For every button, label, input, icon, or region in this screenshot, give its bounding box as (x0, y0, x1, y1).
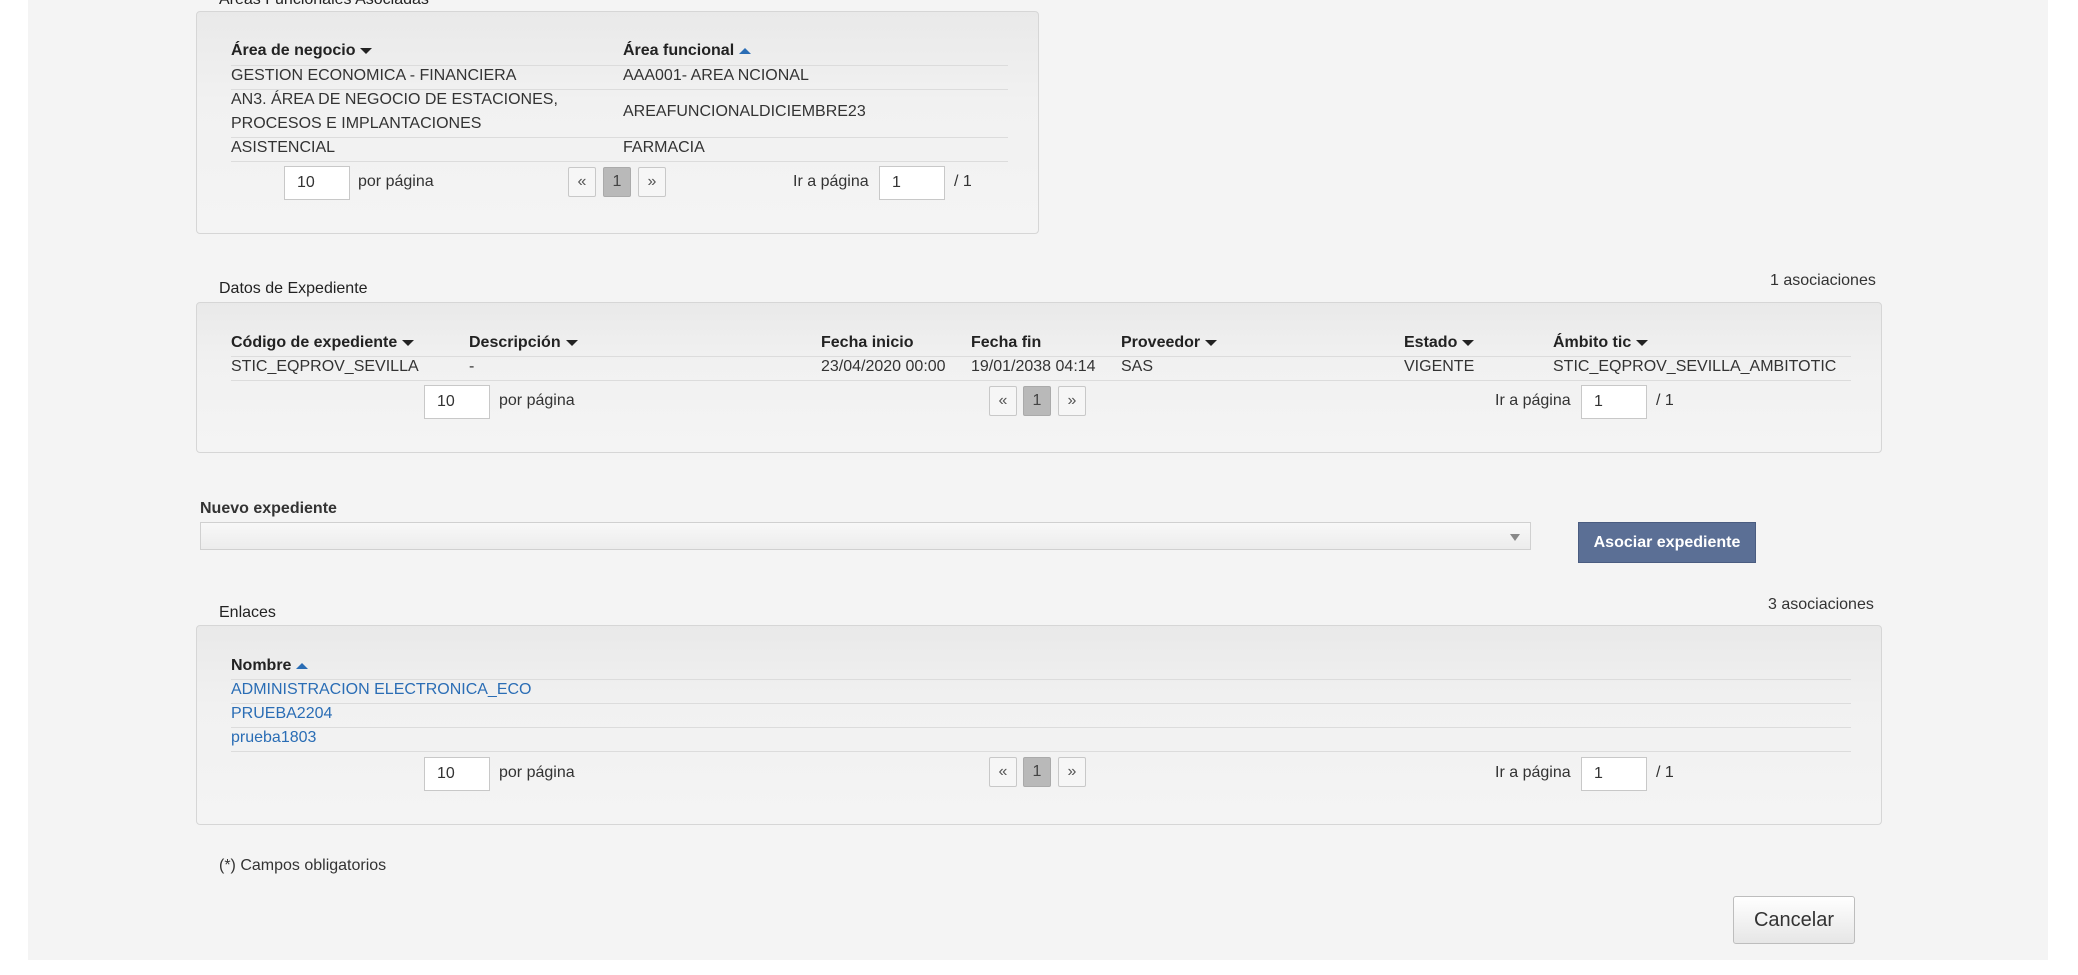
required-fields-note: (*) Campos obligatorios (219, 857, 387, 874)
enlaces-section-title: Enlaces (219, 604, 276, 621)
expedientes-count: 1 asociaciones (1770, 272, 1876, 289)
header-descripcion-label: Descripción (469, 334, 561, 351)
per-page-input[interactable]: 10 (424, 385, 490, 419)
header-estado[interactable]: Estado (1404, 334, 1475, 352)
table-cell: FARMACIA (623, 139, 705, 156)
header-nombre[interactable]: Nombre (231, 657, 309, 675)
header-ambito-label: Ámbito tic (1553, 334, 1632, 351)
page-1-button[interactable]: 1 (603, 167, 631, 197)
sort-desc-icon (1636, 339, 1649, 346)
header-area-negocio[interactable]: Área de negocio (231, 42, 373, 60)
table-cell: VIGENTE (1404, 358, 1475, 375)
sort-desc-icon (1205, 339, 1218, 346)
header-proveedor-label: Proveedor (1121, 334, 1201, 351)
table-cell: AN3. ÁREA DE NEGOCIO DE ESTACIONES, PROC… (231, 91, 558, 132)
header-area-negocio-label: Área de negocio (231, 42, 356, 59)
goto-page-input[interactable]: 1 (879, 166, 945, 200)
sort-desc-icon (565, 339, 578, 346)
areas-section-title: Áreas Funcionales Asociadas (219, 0, 429, 9)
enlaces-panel (196, 625, 1882, 825)
next-page-button[interactable]: » (1058, 757, 1086, 787)
per-page-input[interactable]: 10 (284, 166, 350, 200)
row-divider (231, 703, 1851, 704)
header-ambito[interactable]: Ámbito tic (1553, 334, 1649, 352)
per-page-label: por página (499, 764, 575, 781)
goto-page-input[interactable]: 1 (1581, 385, 1647, 419)
asociar-expediente-button[interactable]: Asociar expediente (1578, 522, 1756, 563)
table-cell: GESTION ECONOMICA - FINANCIERA (231, 67, 517, 84)
table-cell: SAS (1121, 358, 1154, 375)
nuevo-expediente-select[interactable] (200, 522, 1531, 550)
row-divider (231, 137, 1008, 138)
enlace-link[interactable]: PRUEBA2204 (231, 702, 332, 726)
header-codigo[interactable]: Código de expediente (231, 334, 415, 352)
goto-page-label: Ir a página (1495, 392, 1571, 409)
next-page-button[interactable]: » (638, 167, 666, 197)
prev-page-button[interactable]: « (989, 386, 1017, 416)
row-divider (231, 161, 1008, 162)
sort-asc-icon (739, 47, 752, 54)
table-cell: STIC_EQPROV_SEVILLA (231, 358, 419, 375)
goto-page-label: Ir a página (1495, 764, 1571, 781)
next-page-button[interactable]: » (1058, 386, 1086, 416)
header-fecha-fin: Fecha fin (971, 334, 1042, 351)
sort-desc-icon (1462, 339, 1475, 346)
expedientes-section-title: Datos de Expediente (219, 280, 368, 297)
total-pages-label: / 1 (954, 173, 972, 190)
header-proveedor[interactable]: Proveedor (1121, 334, 1218, 352)
prev-page-button[interactable]: « (989, 757, 1017, 787)
header-descripcion[interactable]: Descripción (469, 334, 578, 352)
header-fecha-inicio: Fecha inicio (821, 334, 914, 351)
row-divider (231, 727, 1851, 728)
row-divider (231, 751, 1851, 752)
header-codigo-label: Código de expediente (231, 334, 398, 351)
header-area-funcional-label: Área funcional (623, 42, 735, 59)
chevron-down-icon (1510, 534, 1520, 541)
sort-desc-icon (402, 339, 415, 346)
table-cell: AREAFUNCIONALDICIEMBRE23 (623, 103, 866, 120)
row-divider (231, 380, 1851, 381)
page-1-button[interactable]: 1 (1023, 386, 1051, 416)
cancel-button[interactable]: Cancelar (1733, 896, 1855, 944)
header-nombre-label: Nombre (231, 657, 292, 674)
header-estado-label: Estado (1404, 334, 1458, 351)
table-cell: 19/01/2038 04:14 (971, 358, 1096, 375)
sort-asc-icon (296, 662, 309, 669)
enlace-link[interactable]: prueba1803 (231, 726, 316, 750)
table-cell: - (469, 358, 475, 375)
per-page-label: por página (499, 392, 575, 409)
sort-desc-icon (360, 47, 373, 54)
nuevo-expediente-label: Nuevo expediente (200, 500, 337, 517)
enlace-link[interactable]: ADMINISTRACION ELECTRONICA_ECO (231, 678, 531, 702)
total-pages-label: / 1 (1656, 764, 1674, 781)
page-1-button[interactable]: 1 (1023, 757, 1051, 787)
goto-page-input[interactable]: 1 (1581, 757, 1647, 791)
goto-page-label: Ir a página (793, 173, 869, 190)
table-cell: STIC_EQPROV_SEVILLA_AMBITOTIC (1553, 358, 1837, 375)
per-page-input[interactable]: 10 (424, 757, 490, 791)
table-cell: AAA001- AREA NCIONAL (623, 67, 809, 84)
table-cell: ASISTENCIAL (231, 139, 336, 156)
header-area-funcional[interactable]: Área funcional (623, 42, 752, 60)
total-pages-label: / 1 (1656, 392, 1674, 409)
enlaces-count: 3 asociaciones (1768, 596, 1874, 613)
table-cell: 23/04/2020 00:00 (821, 358, 946, 375)
prev-page-button[interactable]: « (568, 167, 596, 197)
per-page-label: por página (358, 173, 434, 190)
